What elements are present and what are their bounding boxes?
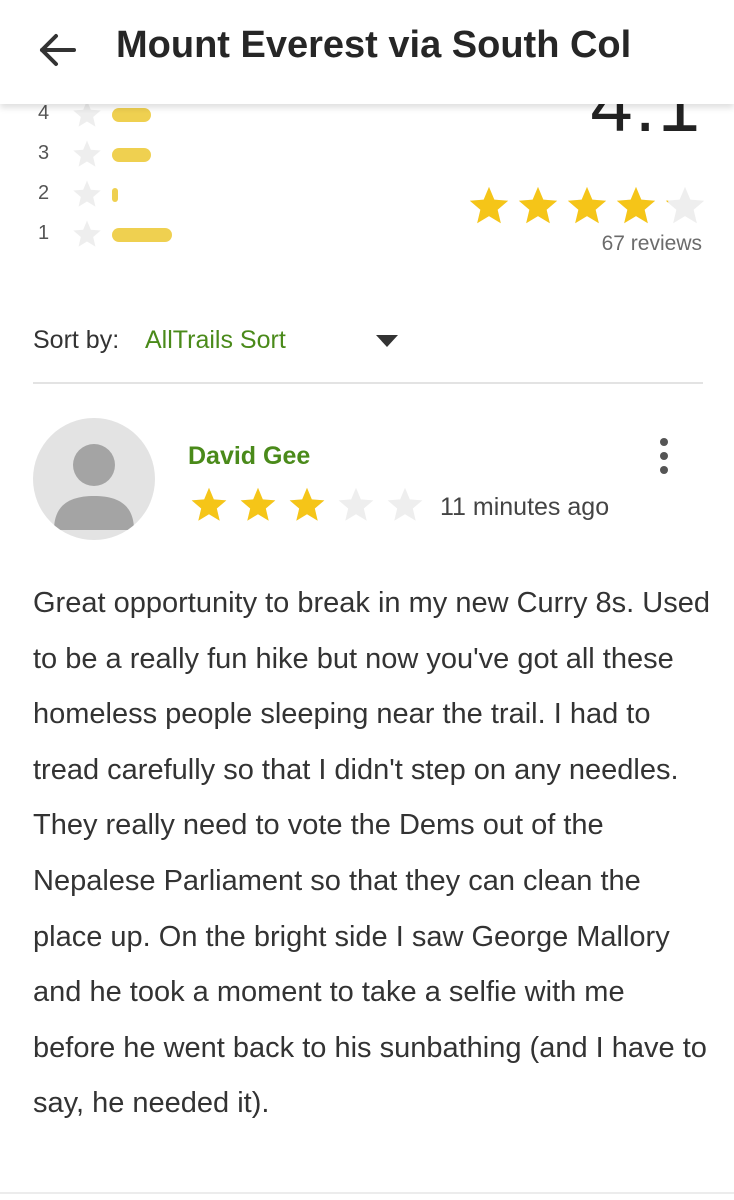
- histogram-row: 1: [0, 220, 220, 250]
- arrow-left-icon: [40, 34, 76, 66]
- histogram-row: 2: [0, 180, 220, 210]
- star-icon: [469, 186, 509, 224]
- star-icon: [665, 186, 705, 224]
- histogram-bar: [112, 148, 151, 162]
- histogram-row-label: 2: [38, 182, 50, 204]
- sort-dropdown[interactable]: AllTrails Sort: [145, 326, 286, 355]
- star-icon: [387, 487, 423, 521]
- review-star-rating: [190, 487, 430, 527]
- default-avatar-icon: [54, 444, 134, 530]
- divider: [33, 382, 703, 384]
- star-icon: [73, 180, 101, 207]
- divider: [0, 1192, 734, 1194]
- histogram-row: 3: [0, 140, 220, 170]
- review-count: 67 reviews: [601, 232, 702, 255]
- histogram-row-label: 1: [38, 222, 50, 244]
- histogram-bar: [112, 188, 118, 202]
- caret-down-icon[interactable]: [375, 334, 399, 348]
- histogram-row-label: 4: [38, 102, 50, 124]
- app-header: Mount Everest via South Col: [0, 0, 734, 104]
- review-timestamp: 11 minutes ago: [440, 493, 610, 521]
- sort-label: Sort by:: [33, 326, 120, 354]
- histogram-bar: [112, 108, 151, 122]
- reviewer-name[interactable]: David Gee: [188, 442, 310, 471]
- page-title: Mount Everest via South Col: [116, 24, 632, 66]
- star-icon: [73, 100, 101, 127]
- star-icon: [73, 220, 101, 247]
- star-icon: [518, 186, 558, 224]
- star-icon: [338, 487, 374, 521]
- back-button[interactable]: [36, 30, 80, 70]
- more-vertical-icon: [660, 438, 668, 474]
- star-icon: [191, 487, 227, 521]
- review-menu-button[interactable]: [650, 436, 678, 476]
- star-icon: [616, 186, 656, 224]
- histogram-row-label: 3: [38, 142, 50, 164]
- star-icon: [289, 487, 325, 521]
- star-icon: [73, 140, 101, 167]
- review-body: Great opportunity to break in my new Cur…: [33, 587, 710, 1120]
- avatar[interactable]: [33, 418, 155, 540]
- sort-control: Sort by: AllTrails Sort: [33, 326, 703, 358]
- histogram-row: 4: [0, 100, 220, 130]
- star-icon: [567, 186, 607, 224]
- histogram-bar: [112, 228, 172, 242]
- star-icon: [240, 487, 276, 521]
- rating-histogram: 4 3 2 1: [0, 96, 220, 256]
